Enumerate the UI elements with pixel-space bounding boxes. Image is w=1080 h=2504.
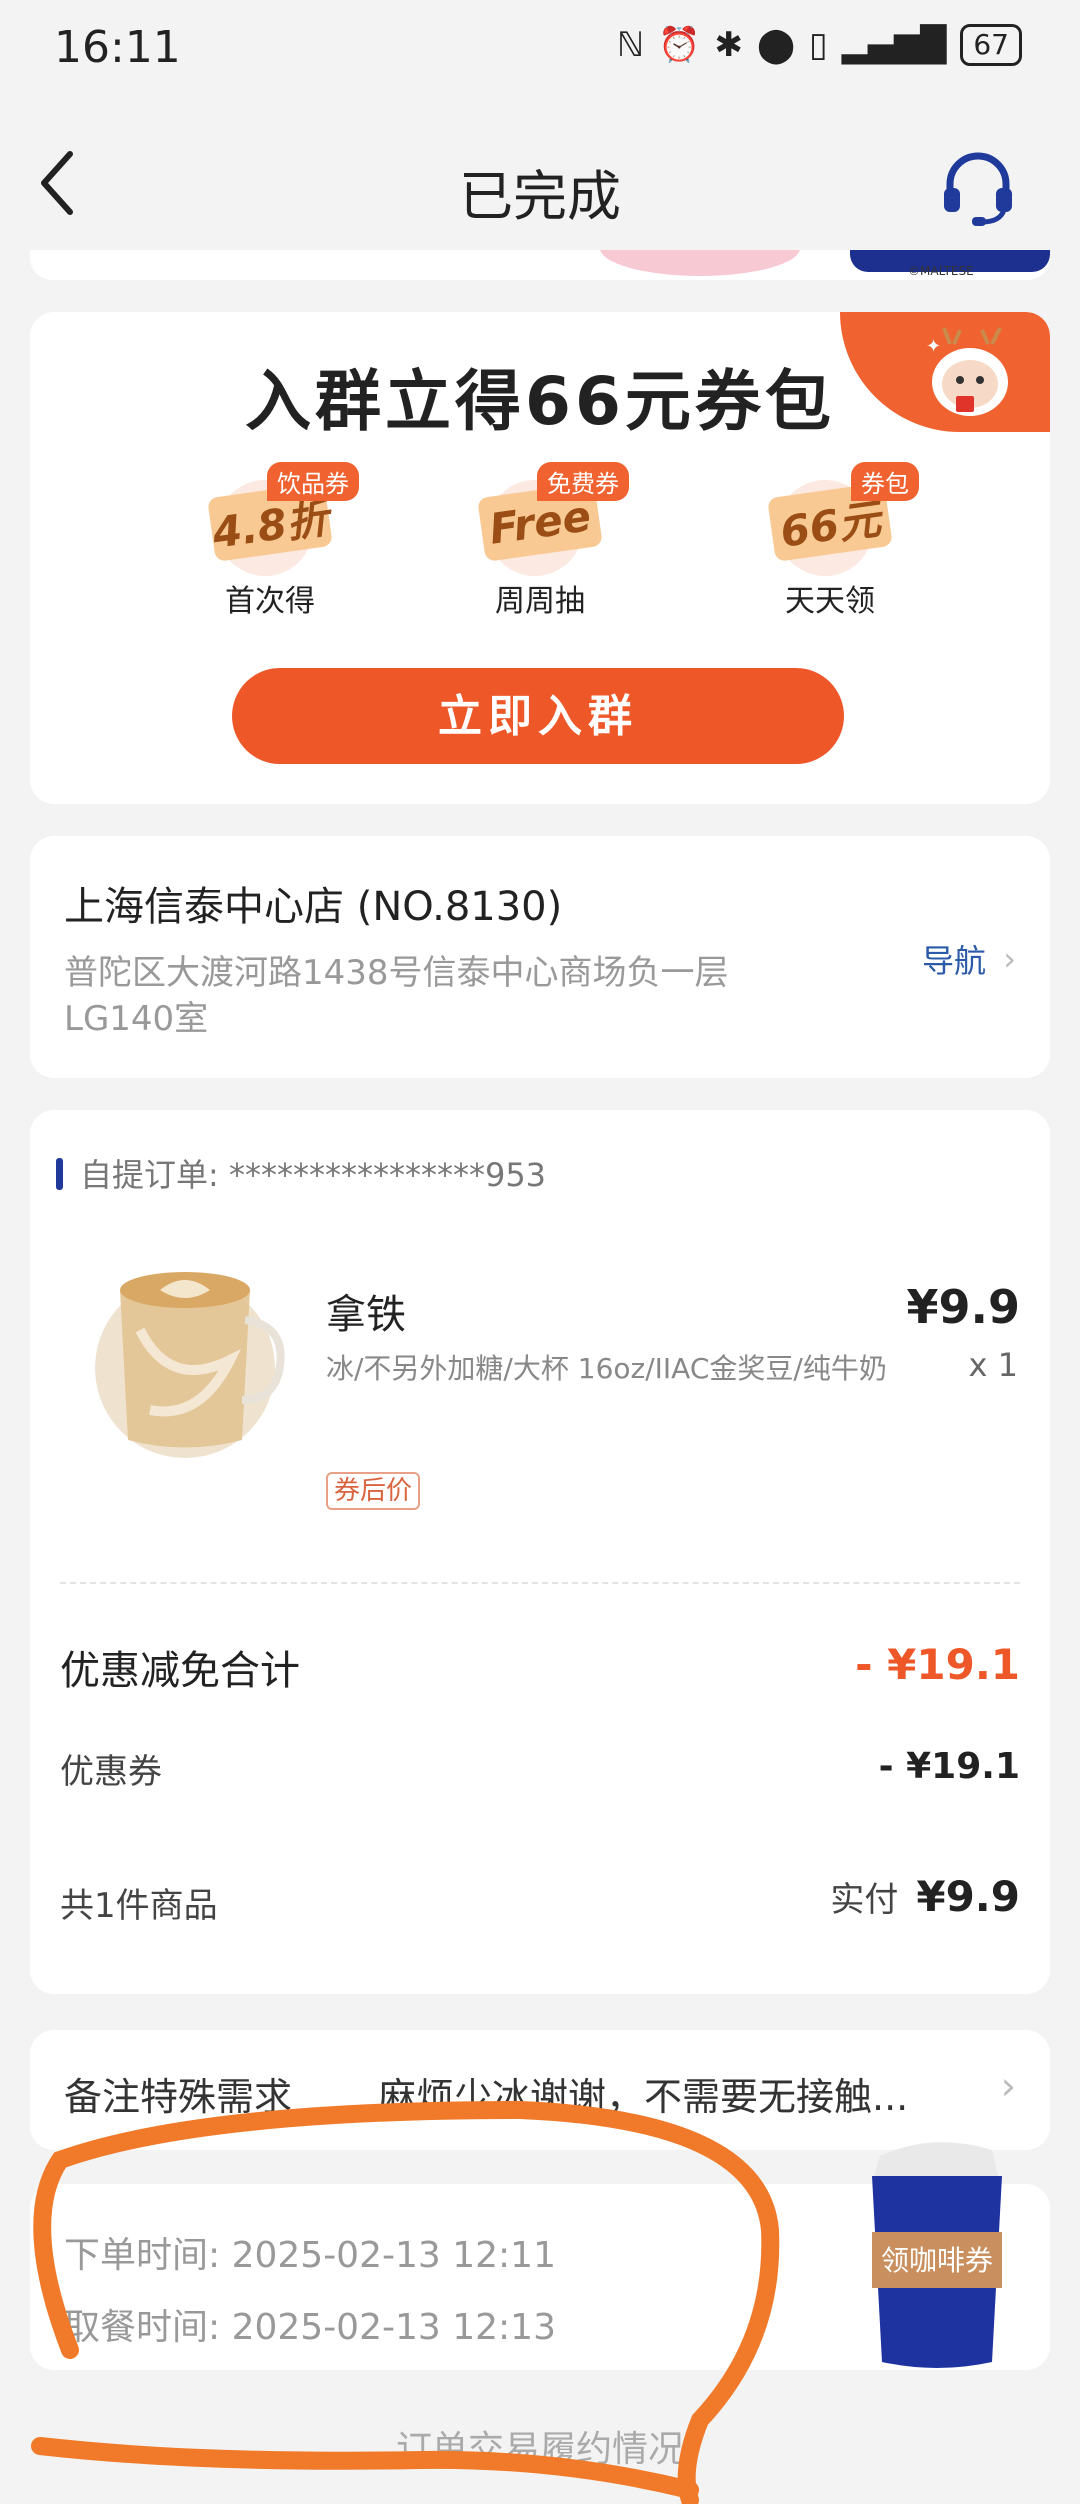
coffee-coupon-badge[interactable]: 领咖啡券 (852, 2112, 1012, 2372)
perk-label: 周周抽 (495, 584, 585, 619)
join-group-button[interactable]: 立即入群 (232, 668, 844, 764)
item-count: 共1件商品 (60, 1886, 218, 1926)
dashed-divider (60, 1582, 1020, 1584)
perk-drink-coupon[interactable]: 4.8折 饮品券 首次得 (170, 462, 370, 620)
latte-image (95, 1272, 285, 1458)
order-time: 下单时间: 2025-02-13 12:11 (64, 2235, 556, 2276)
pickup-time: 取餐时间: 2025-02-13 12:13 (64, 2307, 556, 2348)
coffee-badge-label: 领咖啡券 (881, 2244, 993, 2277)
paid-value: ¥9.9 (916, 1872, 1020, 1921)
item-spec: 冰/不另外加糖/大杯 16oz/IIAC金奖豆/纯牛奶 (326, 1352, 887, 1385)
perk-badge: 免费券 (537, 462, 629, 501)
banner-strip[interactable]: ©MALTESE (30, 250, 1050, 280)
paid-row: 实付 ¥9.9 (830, 1872, 1020, 1921)
promo-title: 入群立得66元券包 (245, 363, 835, 440)
fulfillment-link[interactable]: 订单交易履约情况 (0, 2420, 1080, 2472)
customer-service-icon[interactable] (938, 148, 1018, 228)
store-address: 普陀区大渡河路1438号信泰中心商场负一层LG140室 (64, 953, 729, 1039)
store-name: 上海信泰中心店 (NO.8130) (64, 884, 563, 930)
ticket-icon: 66元 券包 (755, 462, 919, 576)
note-label: 备注特殊需求 (64, 2075, 293, 2119)
navigate-link[interactable]: 导航 (922, 936, 986, 982)
item-quantity: x 1 (968, 1346, 1018, 1384)
coupon-label: 优惠券 (60, 1752, 162, 1792)
banner-brand-text: ©MALTESE (908, 264, 974, 278)
chevron-right-icon[interactable]: › (1003, 940, 1016, 978)
discount-total-label: 优惠减免合计 (60, 1648, 300, 1694)
status-time: 16:11 (54, 22, 181, 73)
alarm-icon: ⏰ (658, 25, 701, 65)
perk-label: 天天领 (785, 584, 875, 619)
perk-free-coupon[interactable]: Free 免费券 周周抽 (440, 462, 640, 620)
coupon-value: - ¥19.1 (878, 1746, 1020, 1787)
perk-label: 首次得 (225, 584, 315, 619)
store-card: 上海信泰中心店 (NO.8130) 普陀区大渡河路1438号信泰中心商场负一层L… (30, 836, 1050, 1078)
discount-total-value: - ¥19.1 (855, 1640, 1020, 1689)
bluetooth-icon: ✱ (714, 25, 743, 65)
page-title: 已完成 (459, 165, 621, 228)
location-icon: ⬤ (756, 25, 796, 65)
perk-badge: 券包 (851, 462, 919, 501)
promo-card: ✦ 入群立得66元券包 4.8折 饮品券 首次得 Free 免费券 周周抽 66… (30, 312, 1050, 804)
signal-icon: ▂▄▆█ (841, 25, 947, 65)
perk-badge: 饮品券 (267, 462, 359, 501)
section-marker (56, 1158, 63, 1190)
item-price: ¥9.9 (906, 1280, 1021, 1334)
status-icons: ℕ ⏰ ✱ ⬤ ▯ ▂▄▆█ 67 (617, 24, 1022, 66)
battery-indicator: 67 (960, 24, 1022, 66)
paid-label: 实付 (830, 1880, 899, 1920)
chevron-right-icon: › (1000, 2064, 1016, 2108)
item-name: 拿铁 (326, 1292, 406, 1338)
ticket-icon: Free 免费券 (465, 462, 629, 576)
banner-graphic (600, 250, 800, 276)
order-number: 自提订单: ****************953 (80, 1156, 547, 1194)
order-card: 自提订单: ****************953 拿铁 冰/不另外加糖/大杯 … (30, 1110, 1050, 1994)
after-coupon-tag: 券后价 (326, 1472, 421, 1510)
perk-coupon-pack[interactable]: 66元 券包 天天领 (730, 462, 930, 620)
ticket-icon: 4.8折 饮品券 (195, 462, 359, 576)
nfc-icon: ℕ (616, 25, 645, 65)
vibrate-icon: ▯ (809, 25, 828, 65)
